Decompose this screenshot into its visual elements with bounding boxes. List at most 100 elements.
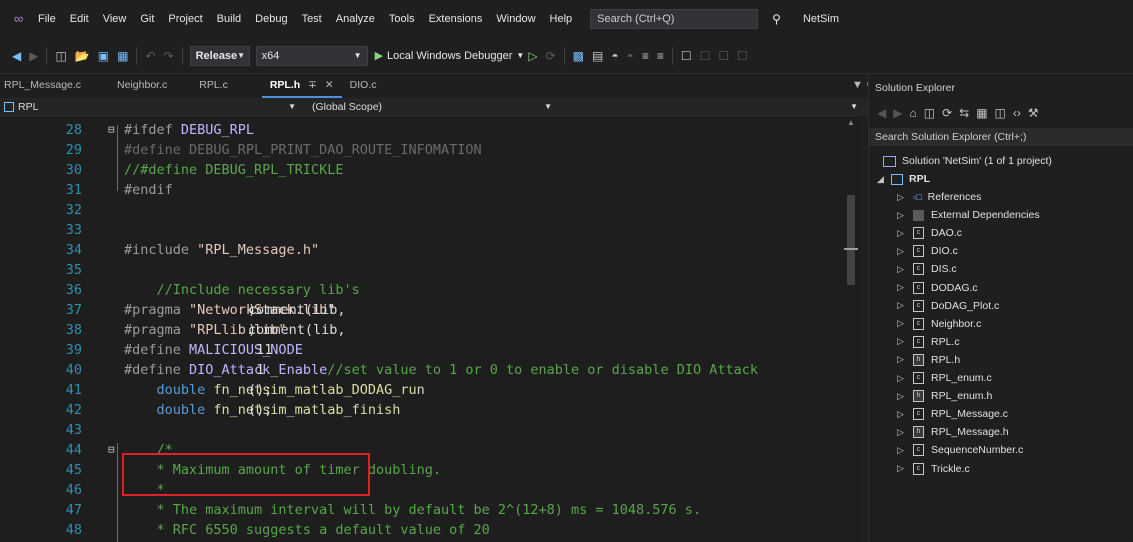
code-line[interactable]: 33	[0, 220, 858, 240]
layout-icon[interactable]: ▤	[592, 49, 603, 63]
tab-dio-c[interactable]: DIO.c	[342, 74, 385, 98]
expand-icon[interactable]: ▷	[897, 427, 909, 438]
forward-icon[interactable]: ▶	[893, 106, 902, 120]
bookmark-next-file-icon[interactable]: ☐	[718, 49, 729, 63]
search-icon[interactable]: ⚲	[772, 12, 781, 26]
project-select[interactable]: RPL ▼	[0, 99, 300, 115]
expand-icon[interactable]: ▷	[897, 354, 909, 365]
open-folder-icon[interactable]: 📂	[75, 49, 90, 63]
expand-icon[interactable]: ▷	[897, 282, 909, 293]
start-without-debugging-icon[interactable]: ▷	[528, 49, 537, 63]
scope-select[interactable]: (Global Scope) ▼	[300, 99, 556, 115]
hot-reload-icon[interactable]: ⟳	[546, 49, 556, 63]
code-line[interactable]: 47 * The maximum interval will by defaul…	[0, 500, 858, 520]
menu-test[interactable]: Test	[302, 13, 322, 25]
tree-item[interactable]: ▷ External Dependencies	[897, 206, 1040, 224]
scrollbar-thumb[interactable]	[847, 195, 855, 285]
expand-icon[interactable]: ▷	[897, 445, 909, 456]
menu-debug[interactable]: Debug	[255, 13, 287, 25]
tree-item[interactable]: ▷ h RPL_Message.h	[897, 423, 1009, 441]
tree-item[interactable]: ▷ ▫□ References	[897, 188, 981, 206]
tab-rpl-h[interactable]: RPL.h ∓ ✕	[261, 74, 342, 98]
platform-select[interactable]: x64 ▼	[255, 45, 368, 66]
menu-edit[interactable]: Edit	[70, 13, 89, 25]
code-line[interactable]: 35	[0, 260, 858, 280]
expanded-icon[interactable]: ◢	[877, 174, 889, 185]
bookmark-next-icon[interactable]: ◓	[627, 49, 634, 63]
code-editor[interactable]: 28 ⊟ #ifdef DEBUG_RPL 29 #define DEBUG_RPL_P…	[0, 117, 858, 542]
forward-icon[interactable]: ▶	[29, 49, 38, 63]
solution-search-input[interactable]: Search Solution Explorer (Ctrl+;)	[869, 128, 1133, 146]
code-line[interactable]: 48 * RFC 6550 suggests a default value o…	[0, 520, 858, 540]
back-icon[interactable]: ◀	[12, 49, 21, 63]
menu-project[interactable]: Project	[168, 13, 202, 25]
start-debugging-button[interactable]: ▶ Local Windows Debugger ▼	[375, 49, 525, 63]
menu-window[interactable]: Window	[496, 13, 535, 25]
code-line[interactable]: 34 #include "RPL_Message.h"	[0, 240, 858, 260]
back-icon[interactable]: ◀	[877, 106, 886, 120]
expand-icon[interactable]: ▷	[897, 318, 909, 329]
code-line[interactable]: 42 double fn_netsim_matlab_finish ();	[0, 400, 858, 420]
scroll-up-icon[interactable]: ▲	[847, 118, 855, 127]
menu-build[interactable]: Build	[217, 13, 241, 25]
menu-help[interactable]: Help	[550, 13, 573, 25]
tree-solution[interactable]: Solution 'NetSim' (1 of 1 project)	[883, 152, 1052, 170]
code-line[interactable]: 43	[0, 420, 858, 440]
expand-icon[interactable]: ▷	[897, 463, 909, 474]
tree-item[interactable]: ▷ h RPL_enum.h	[897, 387, 992, 405]
redo-icon[interactable]: ↷	[164, 49, 174, 63]
code-line[interactable]: 36 //Include necessary lib's	[0, 280, 858, 300]
expand-icon[interactable]: ▷	[897, 192, 909, 203]
tab-rpl-message-c[interactable]: RPL_Message.c	[0, 74, 89, 98]
code-line[interactable]: 31 #endif	[0, 180, 858, 200]
tree-item[interactable]: ▷ c RPL_enum.c	[897, 369, 992, 387]
tree-item[interactable]: ▷ c DIS.c	[897, 260, 957, 278]
tree-item[interactable]: ▷ c RPL.c	[897, 333, 960, 351]
tree-item[interactable]: ▷ h RPL.h	[897, 351, 960, 369]
tree-item[interactable]: ▷ c DAO.c	[897, 224, 962, 242]
visual-studio-logo-icon[interactable]: ∞	[14, 12, 28, 26]
sync-icon[interactable]: ⇆	[959, 106, 969, 120]
pin-icon[interactable]: ∓	[308, 79, 317, 91]
diagnostics-icon[interactable]: ▩	[573, 49, 584, 63]
code-line[interactable]: 41 double fn_netsim_matlab_DODAG_run ();	[0, 380, 858, 400]
home-icon[interactable]: ⌂	[909, 106, 916, 120]
tree-item[interactable]: ▷ c RPL_Message.c	[897, 405, 1008, 423]
tree-item[interactable]: ▷ c SequenceNumber.c	[897, 441, 1023, 459]
menu-file[interactable]: File	[38, 13, 56, 25]
expand-icon[interactable]: ▷	[897, 336, 909, 347]
collapse-icon[interactable]: ⊟	[108, 120, 115, 140]
tab-rpl-c[interactable]: RPL.c	[175, 74, 236, 98]
switch-views-icon[interactable]: ◫	[924, 106, 935, 120]
undo-icon[interactable]: ↶	[145, 49, 155, 63]
tree-item[interactable]: ▷ c DODAG.c	[897, 279, 978, 297]
bookmark-prev-icon[interactable]: ☐	[700, 49, 711, 63]
search-input[interactable]: Search (Ctrl+Q)	[590, 9, 759, 29]
menu-tools[interactable]: Tools	[389, 13, 415, 25]
expand-icon[interactable]: ▷	[897, 300, 909, 311]
expand-icon[interactable]: ▷	[897, 409, 909, 420]
member-select[interactable]: ▼	[556, 99, 862, 115]
tab-neighbor-c[interactable]: Neighbor.c	[89, 74, 175, 98]
collapse-icon[interactable]: ⊟	[108, 440, 115, 460]
code-line[interactable]: 37 #pragma comment(lib, "NetworkStack.lib"…	[0, 300, 858, 320]
expand-icon[interactable]: ▷	[897, 246, 909, 257]
properties-icon[interactable]: ⚒	[1028, 106, 1039, 120]
code-line[interactable]: 38 #pragma comment(lib, "RPLlib.lib")	[0, 320, 858, 340]
code-line[interactable]: 40 #define DIO_Attack_Enable 1//set value…	[0, 360, 858, 380]
save-all-icon[interactable]: ▦	[117, 49, 128, 63]
bookmark-clear-icon[interactable]: ☐	[737, 49, 748, 63]
collapse-all-icon[interactable]: ▦	[976, 106, 987, 120]
show-all-files-icon[interactable]: ◫	[995, 106, 1006, 120]
menu-view[interactable]: View	[103, 13, 127, 25]
vertical-scrollbar[interactable]: ▲	[844, 117, 858, 542]
preview-icon[interactable]: ‹›	[1013, 106, 1021, 120]
tree-item[interactable]: ▷ c DIO.c	[897, 242, 958, 260]
bookmark-toggle-icon[interactable]: ☐	[681, 49, 692, 63]
tree-item[interactable]: ▷ c DoDAG_Plot.c	[897, 297, 999, 315]
menu-analyze[interactable]: Analyze	[336, 13, 375, 25]
close-icon[interactable]: ✕	[325, 79, 334, 91]
code-line[interactable]: 39 #define MALICIOUS_NODE 11	[0, 340, 858, 360]
bookmark-icon[interactable]: ◓	[611, 49, 618, 63]
configuration-select[interactable]: Release ▼	[189, 45, 250, 66]
